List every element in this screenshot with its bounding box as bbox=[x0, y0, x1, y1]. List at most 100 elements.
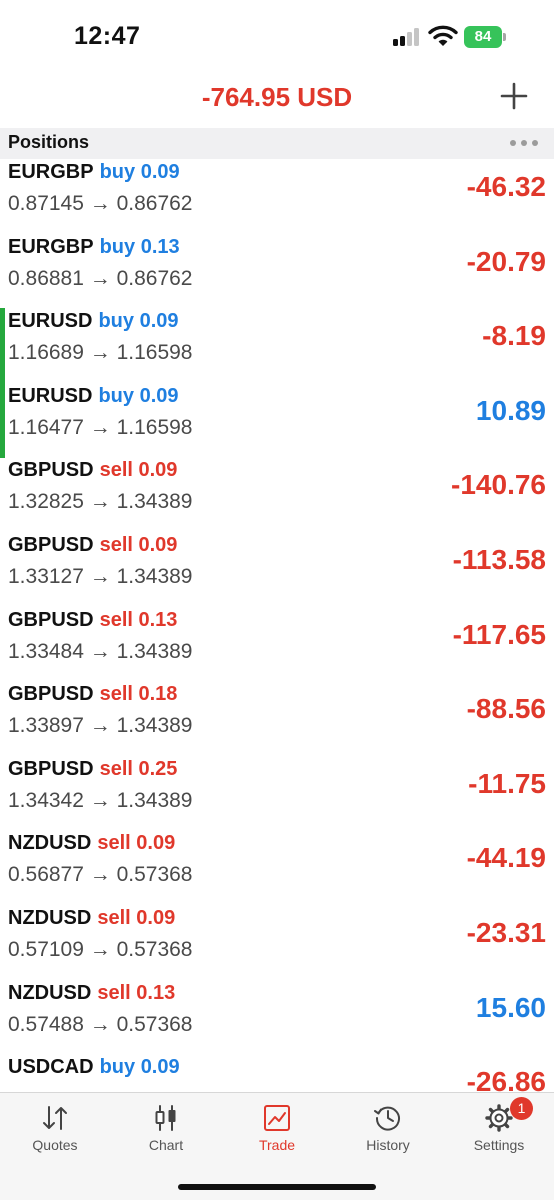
position-side: sell 0.25 bbox=[100, 758, 178, 780]
bottom-tab-bar: Quotes Chart Trade History 1 Settings bbox=[0, 1092, 554, 1200]
position-direction: sell bbox=[99, 683, 133, 706]
position-volume: 0.09 bbox=[136, 832, 176, 855]
plus-icon bbox=[500, 82, 528, 110]
cellular-signal-icon bbox=[393, 28, 421, 46]
position-direction: buy bbox=[98, 310, 135, 333]
trade-chart-icon bbox=[264, 1105, 290, 1131]
tab-label: Trade bbox=[258, 1137, 296, 1153]
position-profit: 10.89 bbox=[475, 394, 546, 426]
position-volume: 0.09 bbox=[139, 384, 179, 407]
position-profit: -20.79 bbox=[466, 245, 546, 277]
position-symbol: GBPUSD bbox=[8, 608, 94, 631]
position-side: sell 0.09 bbox=[97, 832, 175, 854]
position-highlight-bar bbox=[0, 308, 5, 384]
position-row[interactable]: EURGBP buy 0.09 0.87145 → 0.86762 -46.32 bbox=[0, 159, 554, 234]
position-side: sell 0.09 bbox=[97, 907, 175, 929]
position-title: NZDUSD sell 0.09 bbox=[8, 907, 175, 930]
position-title: GBPUSD sell 0.18 bbox=[8, 683, 177, 706]
position-prices: 0.86881 → 0.86762 bbox=[8, 266, 193, 290]
position-title: GBPUSD sell 0.25 bbox=[8, 758, 177, 781]
position-side: sell 0.13 bbox=[100, 609, 178, 631]
position-side: sell 0.13 bbox=[97, 982, 175, 1004]
position-side: sell 0.09 bbox=[100, 534, 178, 556]
position-direction: buy bbox=[98, 384, 135, 407]
position-symbol: GBPUSD bbox=[8, 534, 94, 556]
position-row[interactable]: NZDUSD sell 0.13 0.57488 → 0.57368 15.60 bbox=[0, 980, 554, 1055]
positions-title: Positions bbox=[8, 132, 90, 152]
header: -764.95 USD bbox=[0, 72, 554, 128]
position-symbol: EURUSD bbox=[8, 310, 93, 333]
tab-label: Quotes bbox=[32, 1137, 78, 1153]
position-row[interactable]: GBPUSD sell 0.25 1.34342 → 1.34389 -11.75 bbox=[0, 756, 554, 831]
wifi-icon bbox=[428, 25, 458, 46]
position-symbol: EURGBP bbox=[8, 161, 94, 183]
position-prices: 1.33484 → 1.34389 bbox=[8, 639, 193, 663]
battery-icon: 84 bbox=[464, 26, 506, 48]
position-title: EURUSD buy 0.09 bbox=[8, 385, 179, 408]
position-row[interactable]: GBPUSD sell 0.09 1.32825 → 1.34389 -140.76 bbox=[0, 457, 554, 532]
position-row[interactable]: EURGBP buy 0.13 0.86881 → 0.86762 -20.79 bbox=[0, 234, 554, 309]
position-profit: -113.58 bbox=[452, 544, 546, 575]
tab-quotes[interactable]: Quotes bbox=[0, 1093, 110, 1163]
position-title: USDCAD buy 0.09 bbox=[8, 1056, 180, 1079]
position-row[interactable]: GBPUSD sell 0.13 1.33484 → 1.34389 -117.65 bbox=[0, 607, 554, 682]
position-prices: 1.16477 → 1.16598 bbox=[8, 415, 193, 439]
positions-section-header: Positions bbox=[0, 128, 554, 159]
position-prices: 1.33127 → 1.34389 bbox=[8, 565, 193, 588]
position-profit: -8.19 bbox=[482, 320, 546, 352]
position-prices: 0.87145 → 0.86762 bbox=[8, 192, 193, 215]
position-symbol: GBPUSD bbox=[8, 459, 94, 482]
candlestick-icon bbox=[155, 1105, 176, 1131]
position-prices: 0.57109 → 0.57368 bbox=[8, 938, 193, 961]
account-profit-total: -764.95 USD bbox=[201, 82, 353, 112]
position-prices: 0.57488 → 0.57368 bbox=[8, 1012, 193, 1036]
position-side: buy 0.09 bbox=[98, 385, 178, 407]
tab-settings[interactable]: 1 Settings bbox=[444, 1093, 554, 1163]
position-profit: -140.76 bbox=[451, 469, 546, 501]
position-side: buy 0.09 bbox=[100, 1056, 180, 1078]
position-profit: -26.86 bbox=[466, 1066, 546, 1092]
position-direction: buy bbox=[99, 235, 136, 258]
position-title: GBPUSD sell 0.09 bbox=[8, 534, 177, 557]
position-side: buy 0.09 bbox=[98, 310, 178, 332]
position-prices: 0.56877 → 0.57368 bbox=[8, 863, 193, 887]
position-prices: 1.16689 → 1.16598 bbox=[8, 341, 193, 365]
tab-trade[interactable]: Trade bbox=[222, 1093, 332, 1163]
position-row[interactable]: USDCAD buy 0.09 -26.86 bbox=[0, 1054, 554, 1092]
position-prices: 1.33897 → 1.34389 bbox=[8, 714, 193, 738]
position-title: EURGBP buy 0.09 bbox=[8, 161, 180, 184]
position-row[interactable]: NZDUSD sell 0.09 0.56877 → 0.57368 -44.19 bbox=[0, 830, 554, 905]
position-volume: 0.09 bbox=[139, 310, 179, 333]
position-profit: -11.75 bbox=[468, 767, 546, 799]
position-volume: 0.13 bbox=[136, 981, 176, 1004]
status-time: 12:47 bbox=[74, 22, 141, 50]
position-row[interactable]: NZDUSD sell 0.09 0.57109 → 0.57368 -23.31 bbox=[0, 905, 554, 980]
position-side: sell 0.09 bbox=[100, 459, 178, 481]
tab-history[interactable]: History bbox=[333, 1093, 443, 1163]
position-row[interactable]: EURUSD buy 0.09 1.16689 → 1.16598 -8.19 bbox=[0, 308, 554, 384]
position-row[interactable]: GBPUSD sell 0.18 1.33897 → 1.34389 -88.56 bbox=[0, 681, 554, 756]
tab-chart[interactable]: Chart bbox=[111, 1093, 221, 1163]
positions-list: EURGBP buy 0.09 0.87145 → 0.86762 -46.32 EUR… bbox=[0, 159, 554, 1092]
position-symbol: USDCAD bbox=[8, 1056, 94, 1079]
history-clock-icon bbox=[374, 1106, 400, 1131]
position-direction: sell bbox=[99, 608, 133, 631]
position-volume: 0.25 bbox=[138, 757, 178, 780]
position-profit: -46.32 bbox=[466, 171, 546, 202]
position-direction: buy bbox=[99, 161, 136, 183]
position-volume: 0.09 bbox=[140, 161, 180, 183]
position-symbol: NZDUSD bbox=[8, 832, 92, 855]
tab-label: Chart bbox=[148, 1137, 184, 1153]
position-volume: 0.09 bbox=[140, 1056, 180, 1079]
add-order-button[interactable] bbox=[496, 78, 532, 114]
position-symbol: EURUSD bbox=[8, 384, 93, 407]
battery-level: 84 bbox=[464, 26, 502, 48]
position-title: GBPUSD sell 0.09 bbox=[8, 459, 177, 482]
position-row[interactable]: GBPUSD sell 0.09 1.33127 → 1.34389 -113.58 bbox=[0, 532, 554, 607]
position-row[interactable]: EURUSD buy 0.09 1.16477 → 1.16598 10.89 bbox=[0, 382, 554, 458]
more-options-icon[interactable] bbox=[508, 137, 540, 149]
tab-label: History bbox=[366, 1137, 410, 1153]
position-volume: 0.09 bbox=[138, 459, 178, 482]
position-title: EURGBP buy 0.13 bbox=[8, 236, 180, 259]
position-symbol: NZDUSD bbox=[8, 907, 92, 929]
